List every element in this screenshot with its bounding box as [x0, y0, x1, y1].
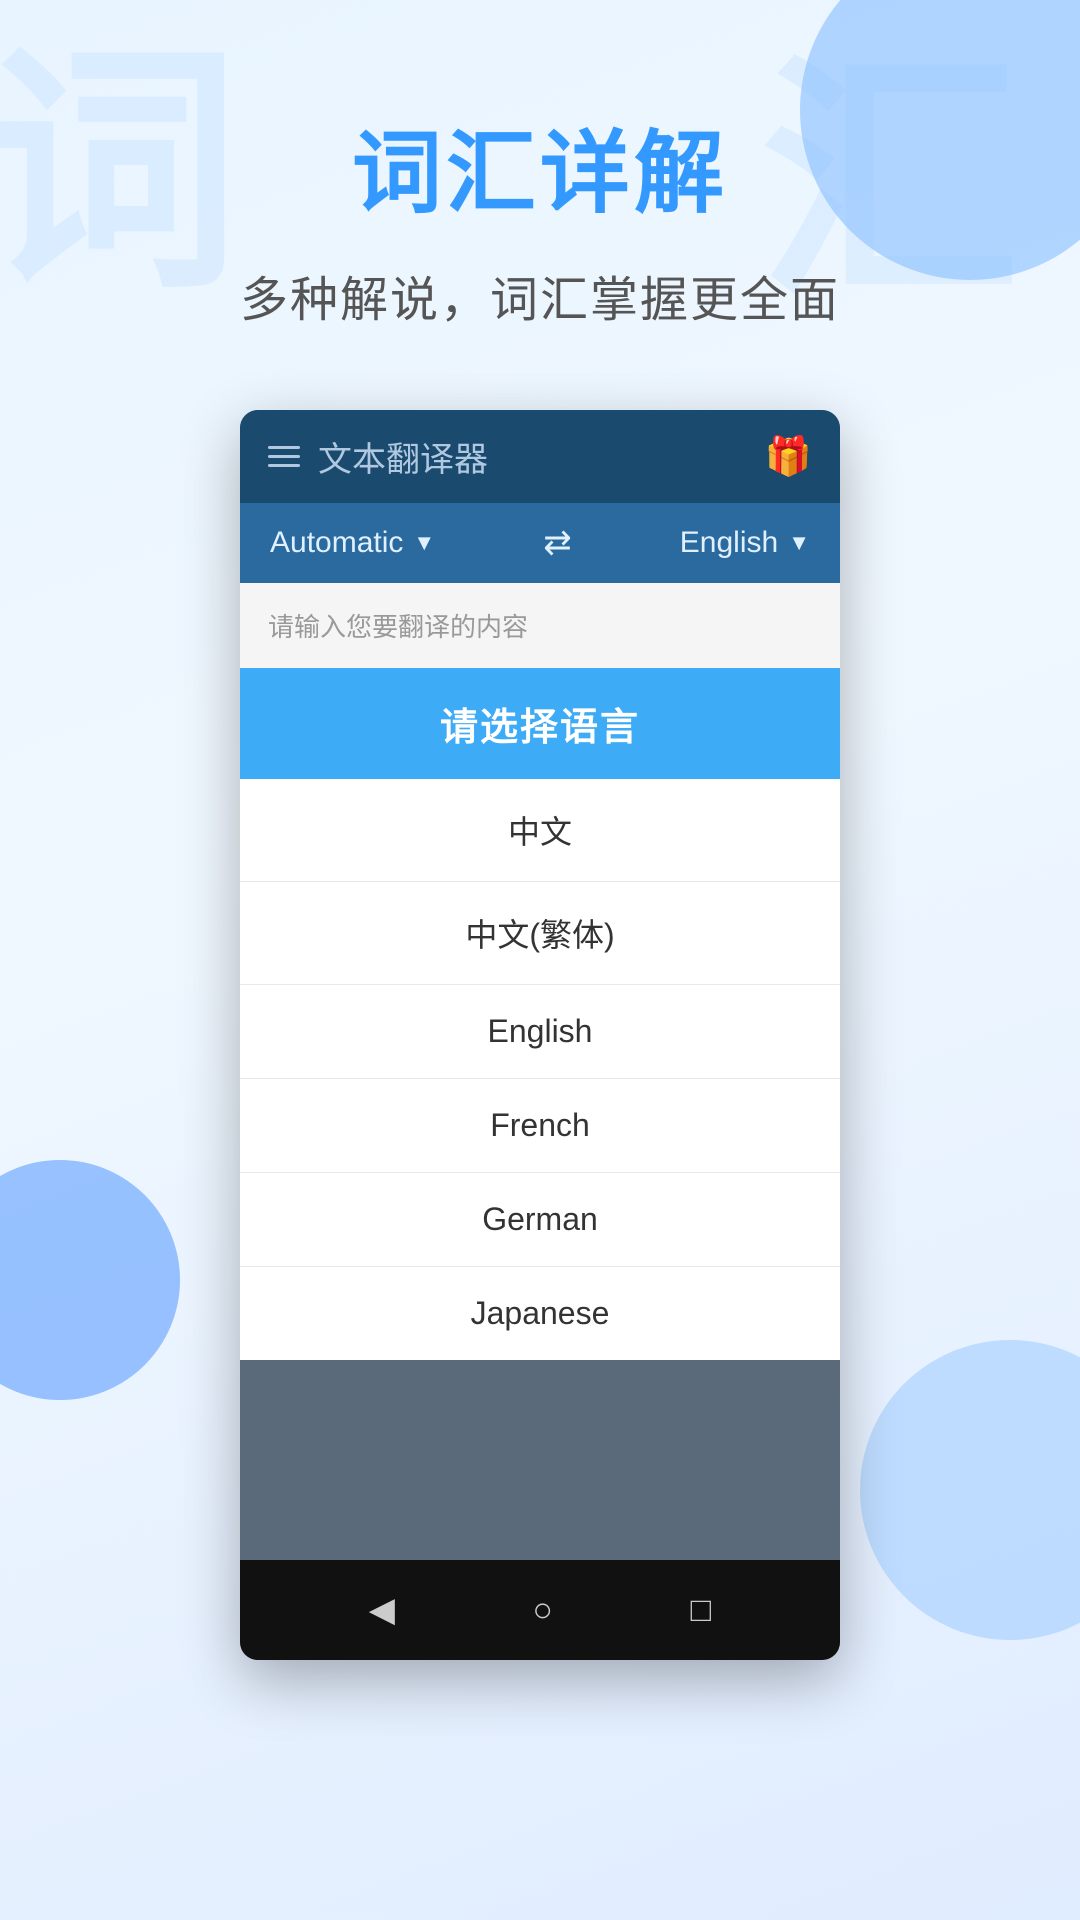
input-area[interactable]: 请输入您要翻译的内容 [240, 583, 840, 668]
dialog-item-de[interactable]: German [240, 1173, 840, 1267]
source-lang-selector[interactable]: Automatic ▼ [270, 526, 435, 560]
target-lang-dropdown-icon: ▼ [788, 530, 810, 556]
dialog-item-zh-tw[interactable]: 中文(繁体) [240, 882, 840, 985]
nav-recent-button[interactable]: □ [671, 1583, 732, 1638]
subtitle: 多种解说，词汇掌握更全面 [240, 260, 840, 330]
target-lang-selector[interactable]: English ▼ [680, 526, 810, 560]
target-lang-label: English [680, 526, 778, 560]
app-mockup: 文本翻译器 🎁 Automatic ▼ ⇄ English ▼ 请输入您要翻译的… [240, 410, 840, 1660]
nav-back-button[interactable]: ◀ [349, 1582, 415, 1638]
nav-home-button[interactable]: ○ [513, 1583, 574, 1638]
app-title: 文本翻译器 [318, 432, 488, 481]
dialog-item-en[interactable]: English [240, 985, 840, 1079]
dialog-title: 请选择语言 [440, 707, 640, 749]
lang-selector-bar: Automatic ▼ ⇄ English ▼ [240, 503, 840, 583]
dialog-list: 中文中文(繁体)EnglishFrenchGermanJapanese [240, 779, 840, 1360]
input-placeholder: 请输入您要翻译的内容 [268, 612, 528, 642]
gray-area [240, 1360, 840, 1560]
dialog-item-ja[interactable]: Japanese [240, 1267, 840, 1360]
topbar-left: 文本翻译器 [268, 432, 488, 481]
main-title: 词汇详解 [352, 100, 728, 230]
dialog-item-zh[interactable]: 中文 [240, 779, 840, 882]
swap-languages-icon[interactable]: ⇄ [543, 523, 572, 563]
gift-icon[interactable]: 🎁 [765, 435, 812, 479]
page-content: 词汇详解 多种解说，词汇掌握更全面 文本翻译器 🎁 Automatic ▼ ⇄ [0, 0, 1080, 1660]
hamburger-menu-icon[interactable] [268, 446, 300, 467]
app-topbar: 文本翻译器 🎁 [240, 410, 840, 503]
language-dialog: 请选择语言 中文中文(繁体)EnglishFrenchGermanJapanes… [240, 668, 840, 1360]
dialog-header: 请选择语言 [240, 668, 840, 779]
source-lang-label: Automatic [270, 526, 403, 560]
dialog-item-fr[interactable]: French [240, 1079, 840, 1173]
bottom-nav: ◀ ○ □ [240, 1560, 840, 1660]
source-lang-dropdown-icon: ▼ [413, 530, 435, 556]
